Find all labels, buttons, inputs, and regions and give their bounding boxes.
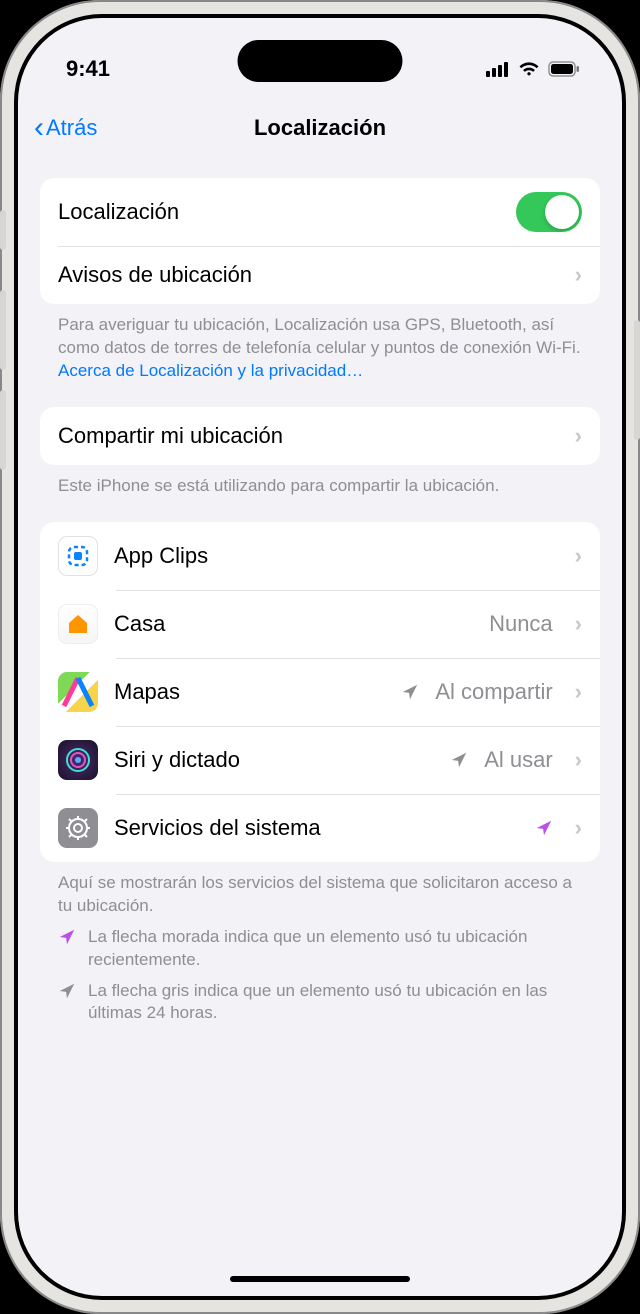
location-services-toggle-row[interactable]: Localización: [40, 178, 600, 246]
phone-bezel: 9:41 ‹ Atrás Localización Localización: [14, 14, 626, 1300]
back-button[interactable]: ‹ Atrás: [34, 113, 97, 143]
location-arrow-gray-icon: [450, 751, 468, 769]
location-toggle[interactable]: [516, 192, 582, 232]
footer-text: Aquí se mostrarán los servicios del sist…: [58, 873, 572, 915]
siri-icon: [58, 740, 98, 780]
cell-label: Casa: [114, 611, 473, 637]
chevron-right-icon: ›: [575, 543, 582, 569]
chevron-left-icon: ‹: [34, 113, 44, 143]
app-row-appclips[interactable]: App Clips ›: [40, 522, 600, 590]
app-row-maps[interactable]: Mapas Al compartir ›: [40, 658, 600, 726]
group-apps: App Clips › Casa Nunca ›: [40, 522, 600, 862]
chevron-right-icon: ›: [575, 747, 582, 773]
home-icon: [58, 604, 98, 644]
cell-value: Nunca: [489, 611, 553, 637]
cell-label: Mapas: [114, 679, 385, 705]
share-location-row[interactable]: Compartir mi ubicación ›: [40, 407, 600, 465]
chevron-right-icon: ›: [575, 262, 582, 288]
wifi-icon: [518, 61, 540, 77]
cell-label: Servicios del sistema: [114, 815, 519, 841]
location-arrow-gray-icon: [401, 683, 419, 701]
status-indicators: [486, 61, 580, 77]
home-indicator[interactable]: [230, 1276, 410, 1282]
cell-label: Localización: [58, 199, 500, 225]
nav-bar: ‹ Atrás Localización: [18, 98, 622, 158]
group-share: Compartir mi ubicación ›: [40, 407, 600, 465]
volume-down-button: [0, 390, 6, 470]
maps-icon: [58, 672, 98, 712]
legend-text: La flecha morada indica que un elemento …: [88, 926, 582, 972]
legend-gray: La flecha gris indica que un elemento us…: [40, 972, 600, 1026]
footer-text: Para averiguar tu ubicación, Localizació…: [58, 315, 581, 357]
footer-share-info: Este iPhone se está utilizando para comp…: [40, 465, 600, 498]
app-row-system-services[interactable]: Servicios del sistema ›: [40, 794, 600, 862]
battery-icon: [548, 61, 580, 77]
cell-label: Siri y dictado: [114, 747, 434, 773]
chevron-right-icon: ›: [575, 815, 582, 841]
location-arrow-purple-icon: [58, 928, 76, 946]
location-alerts-row[interactable]: Avisos de ubicación ›: [40, 246, 600, 304]
mute-switch: [0, 210, 6, 250]
legend-purple: La flecha morada indica que un elemento …: [40, 918, 600, 972]
footer-system-services: Aquí se mostrarán los servicios del sist…: [40, 862, 600, 918]
chevron-right-icon: ›: [575, 423, 582, 449]
cell-label: Avisos de ubicación: [58, 262, 553, 288]
chevron-right-icon: ›: [575, 611, 582, 637]
cellular-icon: [486, 61, 510, 77]
appclips-icon: [58, 536, 98, 576]
phone-frame: 9:41 ‹ Atrás Localización Localización: [0, 0, 640, 1314]
volume-up-button: [0, 290, 6, 370]
screen: 9:41 ‹ Atrás Localización Localización: [18, 18, 622, 1296]
content-scroll[interactable]: Localización Avisos de ubicación › Para …: [18, 158, 622, 1286]
power-button: [634, 320, 640, 440]
cell-value: Al usar: [484, 747, 552, 773]
app-row-siri[interactable]: Siri y dictado Al usar ›: [40, 726, 600, 794]
location-arrow-gray-icon: [58, 982, 76, 1000]
cell-label: Compartir mi ubicación: [58, 423, 553, 449]
group-location: Localización Avisos de ubicación ›: [40, 178, 600, 304]
cell-value: Al compartir: [435, 679, 552, 705]
app-row-home[interactable]: Casa Nunca ›: [40, 590, 600, 658]
page-title: Localización: [254, 115, 386, 141]
chevron-right-icon: ›: [575, 679, 582, 705]
location-arrow-purple-icon: [535, 819, 553, 837]
status-time: 9:41: [66, 56, 110, 82]
gear-icon: [58, 808, 98, 848]
footer-location-info: Para averiguar tu ubicación, Localizació…: [40, 304, 600, 383]
privacy-link[interactable]: Acerca de Localización y la privacidad…: [58, 361, 363, 380]
back-label: Atrás: [46, 115, 97, 141]
footer-text: Este iPhone se está utilizando para comp…: [58, 476, 499, 495]
dynamic-island: [238, 40, 403, 82]
legend-text: La flecha gris indica que un elemento us…: [88, 980, 582, 1026]
cell-label: App Clips: [114, 543, 537, 569]
